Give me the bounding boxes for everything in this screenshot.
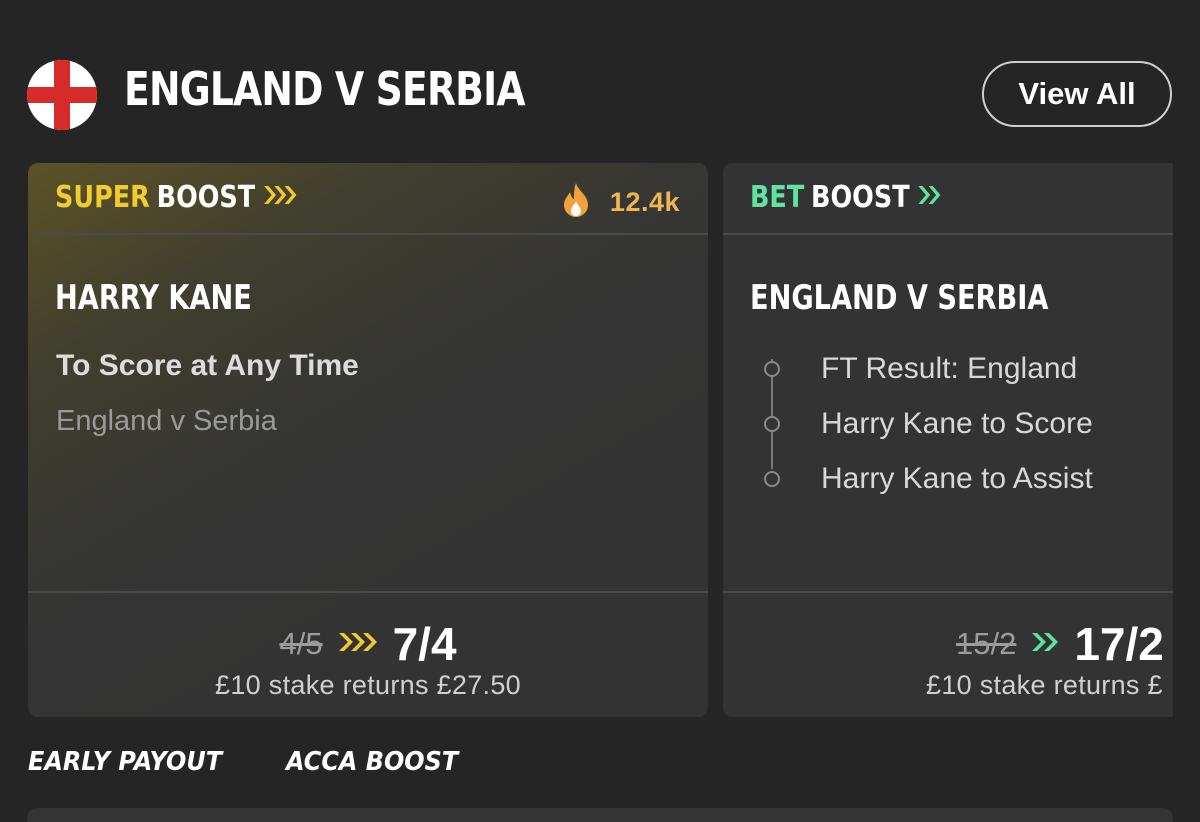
page: ENGLAND V SERBIA View All SUPER BOOST 12… [0, 0, 1200, 822]
list-item: Harry Kane to Score [753, 396, 1173, 451]
boosted-odds: 7/4 [392, 618, 457, 670]
next-card [27, 808, 1173, 822]
popularity-count: 12.4k [609, 187, 680, 217]
boost-label-rest: BOOST [156, 180, 256, 215]
view-all-button[interactable]: View All [982, 61, 1172, 127]
triple-chevron-right-icon [262, 180, 298, 215]
event-name: England v Serbia [56, 405, 277, 437]
boosted-odds: 17/2 [1074, 618, 1164, 670]
leg-list: FT Result: England Harry Kane to Score H… [753, 341, 1173, 506]
list-item: Harry Kane to Assist [753, 451, 1173, 506]
leg-dot-icon [764, 415, 780, 432]
triple-chevron-right-icon [337, 630, 379, 659]
odds-row: 15/2 17/2 [956, 617, 1183, 671]
page-title: ENGLAND V SERBIA [124, 62, 526, 116]
leg-text: FT Result: England [821, 351, 1078, 385]
old-odds: 15/2 [956, 626, 1017, 661]
leg-text: Harry Kane to Assist [821, 461, 1093, 495]
list-item: FT Result: England [753, 341, 1173, 396]
super-boost-card[interactable]: SUPER BOOST 12.4k HARRY KANE To Score at… [28, 163, 708, 717]
card-header: BET BOOST [723, 163, 1183, 235]
old-odds: 4/5 [279, 626, 323, 661]
boost-label-rest: BOOST [811, 180, 910, 215]
bet-boost-label: BET BOOST [750, 180, 942, 215]
leg-dot-icon [764, 360, 780, 377]
leg-text: Harry Kane to Score [821, 406, 1093, 440]
flame-icon [560, 181, 592, 224]
odds-button[interactable]: 4/5 7/4 £10 stake returns £27.50 [28, 591, 708, 717]
england-flag-icon [27, 60, 97, 130]
selection-title: ENGLAND V SERBIA [750, 278, 1049, 318]
tab-early-payout[interactable]: EARLY PAYOUT [28, 747, 222, 777]
market-name: To Score at Any Time [56, 349, 359, 382]
event-header: ENGLAND V SERBIA View All [0, 0, 1200, 160]
popularity-indicator: 12.4k [560, 181, 680, 224]
stake-returns: £10 stake returns £27.50 [215, 670, 521, 700]
boost-label-accent: BET [750, 180, 805, 215]
leg-dot-icon [764, 470, 780, 487]
odds-button[interactable]: 15/2 17/2 £10 stake returns £ [723, 591, 1183, 717]
boost-label-accent: SUPER [55, 180, 150, 215]
bet-boost-card[interactable]: BET BOOST ENGLAND V SERBIA FT Result: En… [723, 163, 1183, 717]
stake-returns: £10 stake returns £ [926, 670, 1163, 700]
double-chevron-right-icon [916, 180, 942, 215]
tab-acca-boost[interactable]: ACCA BOOST [286, 747, 458, 777]
card-header: SUPER BOOST 12.4k [28, 163, 708, 235]
odds-row: 4/5 7/4 [28, 617, 708, 671]
scroll-clip [1173, 150, 1200, 730]
double-chevron-right-icon [1030, 630, 1060, 659]
super-boost-label: SUPER BOOST [55, 180, 298, 215]
selection-title: HARRY KANE [55, 278, 252, 318]
